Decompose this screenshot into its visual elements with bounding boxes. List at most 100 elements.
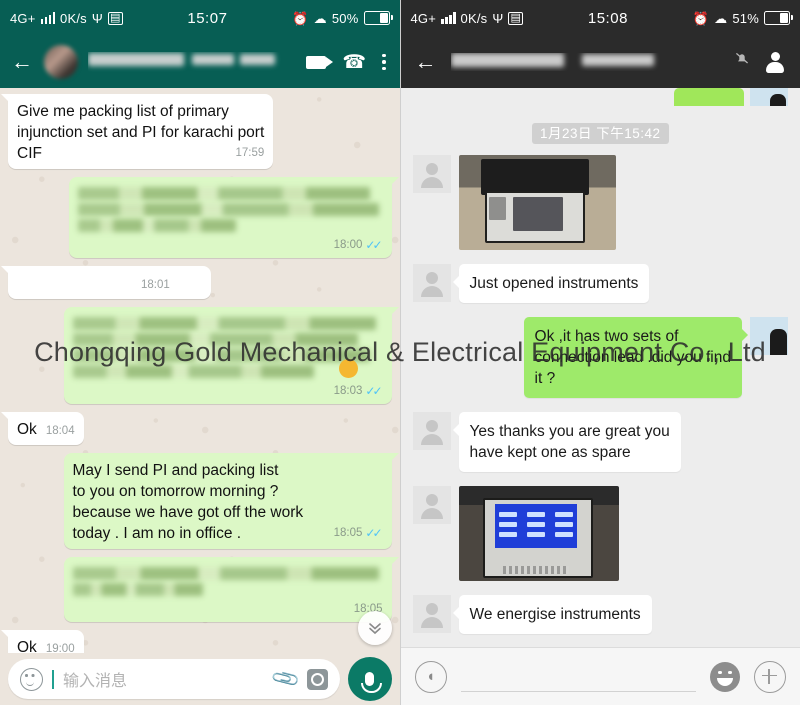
- status-right-group: ⏰ ☁ 50%: [292, 10, 393, 26]
- status-left-group: 4G+ 0K/s Ψ ▤: [411, 11, 524, 26]
- message-bubble[interactable]: Ok 19:00: [1, 630, 84, 653]
- wechat-status-bar: 4G+ 0K/s Ψ ▤ 15:08 ⏰ ☁ 51%: [400, 0, 800, 36]
- phone-icon[interactable]: ☎: [342, 53, 366, 72]
- battery-percent-label: 50%: [331, 10, 359, 26]
- scroll-to-bottom-button[interactable]: [357, 611, 392, 645]
- message-image[interactable]: [458, 155, 616, 250]
- message-input-container[interactable]: 输入消息 📎: [8, 659, 340, 699]
- network-speed-label: 0K/s: [60, 10, 87, 26]
- whatsapp-composer: 输入消息 📎: [0, 653, 400, 705]
- camera-icon[interactable]: [306, 668, 328, 690]
- message-text: Just opened instruments: [469, 275, 639, 292]
- message-row: 18:05: [8, 557, 399, 622]
- message-time: 18:01: [141, 279, 170, 291]
- message-meta: 18:05 ✓✓: [334, 525, 383, 541]
- back-button[interactable]: ←: [415, 51, 437, 73]
- avatar[interactable]: [412, 155, 451, 193]
- usb-icon: Ψ: [492, 10, 504, 26]
- status-right-group: ⏰ ☁ 51%: [692, 10, 793, 26]
- message-bubble[interactable]: We energise instruments: [452, 595, 652, 634]
- message-bubble[interactable]: Yes thanks you are great you have kept o…: [452, 412, 681, 472]
- message-bubble[interactable]: [674, 88, 744, 106]
- message-text: Ok ,it has two sets of connection lead .…: [534, 328, 731, 387]
- clock-label: 15:07: [187, 9, 228, 27]
- date-divider-label: 1月23日 下午15:42: [531, 123, 669, 144]
- avatar[interactable]: [750, 317, 788, 355]
- wechat-panel: 4G+ 0K/s Ψ ▤ 15:08 ⏰ ☁ 51% ← 1月23日 下午15:…: [399, 0, 800, 705]
- network-type-label: 4G+: [10, 10, 36, 26]
- contact-profile-icon[interactable]: [764, 51, 786, 73]
- chevron-double-down-icon: [368, 623, 381, 635]
- message-row: 18:03 ✓✓: [8, 307, 399, 404]
- alarm-icon: ⏰: [292, 10, 309, 26]
- message-meta: 18:04: [46, 423, 75, 439]
- overflow-menu-icon[interactable]: [382, 53, 386, 71]
- message-bubble[interactable]: Just opened instruments: [452, 264, 650, 303]
- message-row: 18:00 ✓✓: [8, 177, 399, 258]
- message-row: Yes thanks you are great you have kept o…: [412, 412, 789, 472]
- message-bubble[interactable]: Ok ,it has two sets of connection lead .…: [523, 317, 749, 398]
- whatsapp-message-list[interactable]: Give me packing list of primary injuncti…: [0, 88, 400, 653]
- wechat-message-list[interactable]: 1月23日 下午15:42 Just opened instruments Ok…: [400, 88, 800, 647]
- message-bubble[interactable]: Ok 18:04: [1, 412, 84, 445]
- wifi-icon: ☁: [714, 10, 728, 26]
- message-bubble[interactable]: 18:03 ✓✓: [63, 307, 399, 404]
- message-row: Ok ,it has two sets of connection lead .…: [413, 317, 788, 398]
- message-row: Ok 19:00: [1, 630, 392, 653]
- message-text: We energise instruments: [469, 606, 641, 623]
- message-time: 18:05: [333, 527, 363, 539]
- message-row: [412, 155, 789, 250]
- whatsapp-panel: 4G+ 0K/s Ψ ▤ 15:07 ⏰ ☁ 50% ← ☎ Give me p…: [0, 0, 400, 705]
- contact-name[interactable]: [88, 52, 296, 72]
- date-divider: 1月23日 下午15:42: [413, 122, 789, 144]
- avatar[interactable]: [412, 595, 451, 633]
- message-meta: 18:00 ✓✓: [334, 237, 383, 253]
- emoji-icon[interactable]: [20, 667, 43, 691]
- voice-input-icon[interactable]: ◖: [414, 660, 447, 693]
- message-row: We energise instruments: [412, 595, 789, 634]
- message-input[interactable]: [460, 661, 696, 692]
- message-text: Ok: [17, 639, 37, 653]
- battery-percent-label: 51%: [732, 10, 759, 26]
- contact-avatar[interactable]: [44, 45, 78, 79]
- wechat-composer: ◖: [400, 647, 800, 705]
- message-row: Just opened instruments: [412, 264, 789, 303]
- message-time: 18:04: [45, 425, 75, 437]
- text-cursor: [52, 669, 54, 689]
- alarm-icon: ⏰: [692, 10, 710, 26]
- avatar[interactable]: [412, 486, 451, 524]
- bell-muted-icon: [735, 53, 749, 64]
- video-call-icon[interactable]: [306, 55, 334, 69]
- avatar[interactable]: [412, 412, 451, 450]
- mic-icon: [361, 672, 382, 693]
- message-bubble[interactable]: Give me packing list of primary injuncti…: [0, 94, 274, 169]
- back-button[interactable]: ←: [10, 51, 34, 73]
- message-bubble[interactable]: 18:05: [63, 557, 399, 622]
- message-bubble[interactable]: 18:01: [1, 266, 211, 299]
- sim-icon: ▤: [508, 11, 524, 25]
- network-type-label: 4G+: [410, 10, 437, 26]
- read-receipt-icon: ✓✓: [365, 384, 382, 398]
- wechat-header: ←: [400, 36, 800, 88]
- message-row: 18:01: [1, 266, 392, 299]
- clock-label: 15:08: [587, 9, 628, 27]
- message-row: Give me packing list of primary injuncti…: [0, 94, 392, 169]
- emoji-icon[interactable]: [710, 661, 740, 692]
- message-input-placeholder[interactable]: 输入消息: [63, 667, 265, 691]
- message-text: Give me packing list of primary injuncti…: [17, 103, 265, 162]
- avatar[interactable]: [412, 264, 451, 302]
- message-bubble[interactable]: May I send PI and packing list to you on…: [63, 453, 399, 549]
- whatsapp-header: ← ☎: [0, 36, 400, 88]
- attachment-icon[interactable]: 📎: [269, 662, 302, 695]
- avatar[interactable]: [750, 88, 788, 106]
- contact-name[interactable]: [450, 53, 751, 71]
- battery-icon: [764, 11, 793, 25]
- message-text: May I send PI and packing list to you on…: [72, 462, 304, 542]
- header-actions: ☎: [306, 53, 389, 72]
- message-meta: 19:00: [46, 641, 75, 653]
- message-text: Ok: [17, 421, 37, 438]
- voice-record-button[interactable]: [347, 657, 392, 701]
- message-bubble[interactable]: 18:00 ✓✓: [68, 177, 399, 258]
- plus-icon[interactable]: [754, 660, 786, 693]
- message-image[interactable]: [458, 486, 619, 581]
